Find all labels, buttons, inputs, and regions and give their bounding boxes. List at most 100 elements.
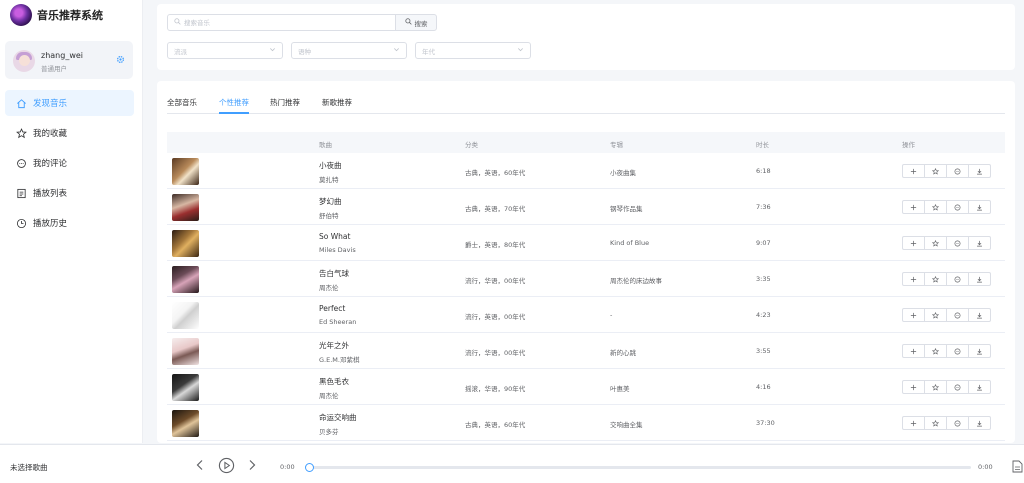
comment-button[interactable]: [946, 236, 969, 250]
next-icon[interactable]: [244, 457, 260, 473]
genre-select[interactable]: 流派: [167, 42, 283, 59]
add-to-playlist-button[interactable]: [902, 344, 925, 358]
tab-all-music[interactable]: 全部音乐: [167, 97, 197, 114]
favorite-button[interactable]: [924, 272, 947, 286]
song-artist[interactable]: 贝多芬: [319, 426, 339, 436]
sidebar-item-comments[interactable]: 我的评论: [5, 150, 134, 176]
sidebar-item-discover[interactable]: 发现音乐: [5, 90, 134, 116]
song-artist[interactable]: Miles Davis: [319, 246, 356, 254]
add-to-playlist-button[interactable]: [902, 380, 925, 394]
download-button[interactable]: [968, 416, 991, 430]
search-input[interactable]: [184, 18, 374, 27]
queue-list-icon[interactable]: [1012, 460, 1024, 474]
album-cover[interactable]: [172, 194, 199, 221]
download-button[interactable]: [968, 164, 991, 178]
now-playing: 未选择歌曲: [10, 463, 48, 472]
album-cover[interactable]: [172, 410, 199, 437]
column-category: 分类: [465, 141, 478, 149]
language-select[interactable]: 语种: [291, 42, 407, 59]
download-button[interactable]: [968, 200, 991, 214]
favorite-button[interactable]: [924, 164, 947, 178]
table-row[interactable]: 梦幻曲 舒伯特 古典，英语，70年代 钢琴作品集 7:36: [167, 189, 1005, 225]
progress-handle[interactable]: [305, 463, 314, 472]
tab-new-recommend[interactable]: 新歌推荐: [322, 97, 352, 114]
add-to-playlist-button[interactable]: [902, 200, 925, 214]
table-row[interactable]: Perfect Ed Sheeran 流行，英语，00年代 - 4:23: [167, 297, 1005, 333]
album-cover[interactable]: [172, 302, 199, 329]
song-artist[interactable]: G.E.M.邓紫棋: [319, 354, 359, 364]
row-actions: [902, 380, 991, 394]
favorite-button[interactable]: [924, 416, 947, 430]
song-title[interactable]: 光年之外: [319, 340, 349, 351]
favorite-button[interactable]: [924, 200, 947, 214]
song-artist[interactable]: 莫扎特: [319, 174, 339, 184]
add-to-playlist-button[interactable]: [902, 236, 925, 250]
add-to-playlist-button[interactable]: [902, 272, 925, 286]
column-album: 专辑: [610, 141, 623, 149]
table-row[interactable]: So What Miles Davis 爵士，英语，80年代 Kind of B…: [167, 225, 1005, 261]
song-category: 古典，英语，70年代: [465, 205, 526, 213]
song-title[interactable]: 梦幻曲: [319, 196, 342, 207]
download-button[interactable]: [968, 344, 991, 358]
album-cover[interactable]: [172, 374, 199, 401]
decade-select[interactable]: 年代: [415, 42, 531, 59]
table-row[interactable]: 黑色毛衣 周杰伦 摇滚，华语，90年代 叶惠美 4:16: [167, 369, 1005, 405]
album-cover[interactable]: [172, 266, 199, 293]
add-to-playlist-button[interactable]: [902, 308, 925, 322]
song-title[interactable]: 告白气球: [319, 268, 349, 279]
avatar[interactable]: [13, 50, 35, 72]
add-to-playlist-button[interactable]: [902, 164, 925, 178]
comment-button[interactable]: [946, 380, 969, 394]
favorite-button[interactable]: [924, 380, 947, 394]
tab-hot-recommend[interactable]: 热门推荐: [270, 97, 300, 114]
song-artist[interactable]: 周杰伦: [319, 390, 339, 400]
comment-button[interactable]: [946, 272, 969, 286]
sidebar-item-history[interactable]: 播放历史: [5, 210, 134, 236]
download-button[interactable]: [968, 308, 991, 322]
album-cover[interactable]: [172, 338, 199, 365]
gear-icon[interactable]: [116, 55, 125, 64]
row-actions: [902, 344, 991, 358]
album-cover[interactable]: [172, 230, 199, 257]
search-panel: 搜索 流派 语种 年代: [157, 4, 1015, 70]
sidebar-item-label: 播放列表: [33, 189, 68, 199]
table-row[interactable]: 命运交响曲 贝多芬 古典，英语，60年代 交响曲全集 37:30: [167, 405, 1005, 441]
comment-button[interactable]: [946, 200, 969, 214]
progress-slider[interactable]: [305, 463, 971, 472]
favorite-button[interactable]: [924, 308, 947, 322]
add-to-playlist-button[interactable]: [902, 416, 925, 430]
previous-icon[interactable]: [192, 457, 208, 473]
comment-button[interactable]: [946, 416, 969, 430]
clock-icon: [15, 217, 27, 229]
tab-personal-recommend[interactable]: 个性推荐: [219, 97, 249, 114]
favorite-button[interactable]: [924, 344, 947, 358]
comment-button[interactable]: [946, 308, 969, 322]
song-title[interactable]: Perfect: [319, 304, 345, 313]
song-album: 小夜曲集: [610, 169, 636, 177]
download-button[interactable]: [968, 236, 991, 250]
comment-button[interactable]: [946, 164, 969, 178]
song-artist[interactable]: 周杰伦: [319, 282, 339, 292]
search-box[interactable]: [167, 14, 396, 31]
sidebar-item-favorites[interactable]: 我的收藏: [5, 120, 134, 146]
search-icon: [174, 18, 181, 27]
song-title[interactable]: 命运交响曲: [319, 412, 357, 423]
album-cover[interactable]: [172, 158, 199, 185]
download-button[interactable]: [968, 272, 991, 286]
user-card[interactable]: zhang_wei 普通用户: [5, 41, 133, 79]
sidebar-item-playlist[interactable]: 播放列表: [5, 180, 134, 206]
comment-button[interactable]: [946, 344, 969, 358]
table-row[interactable]: 小夜曲 莫扎特 古典，英语，60年代 小夜曲集 6:18: [167, 153, 1005, 189]
play-icon[interactable]: [217, 456, 235, 474]
song-artist[interactable]: Ed Sheeran: [319, 318, 356, 326]
song-title[interactable]: 小夜曲: [319, 160, 342, 171]
table-row[interactable]: 光年之外 G.E.M.邓紫棋 流行，华语，00年代 新的心跳 3:55: [167, 333, 1005, 369]
song-title[interactable]: So What: [319, 232, 350, 241]
table-row[interactable]: 告白气球 周杰伦 流行，华语，00年代 周杰伦的床边故事 3:35: [167, 261, 1005, 297]
favorite-button[interactable]: [924, 236, 947, 250]
download-button[interactable]: [968, 380, 991, 394]
song-artist[interactable]: 舒伯特: [319, 210, 339, 220]
search-button[interactable]: 搜索: [395, 14, 437, 31]
song-title[interactable]: 黑色毛衣: [319, 376, 349, 387]
brand: 音乐推荐系统: [10, 4, 103, 26]
